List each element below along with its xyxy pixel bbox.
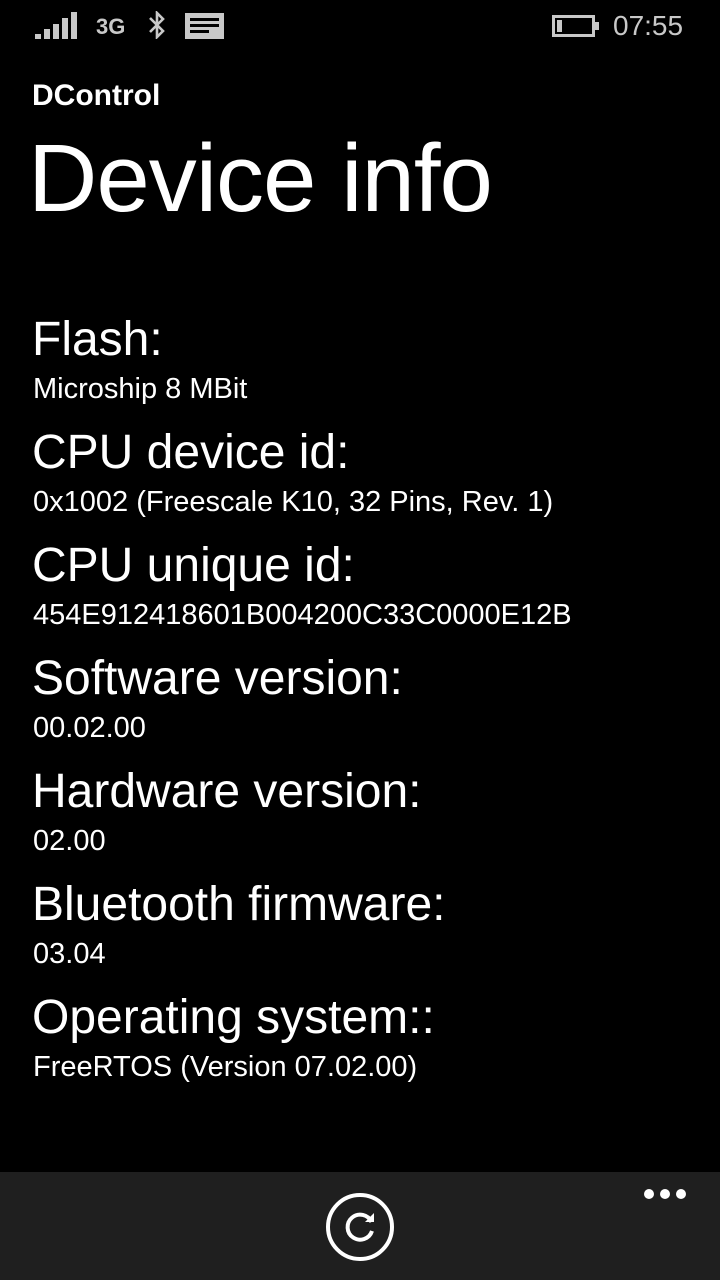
info-item-software-version: Software version: 00.02.00 (32, 651, 692, 764)
info-value: Microship 8 MBit (33, 373, 248, 405)
status-clock: 07:55 (613, 10, 684, 41)
app-name: DControl (32, 79, 161, 112)
info-value: 03.04 (33, 938, 106, 970)
info-value: 00.02.00 (33, 712, 146, 744)
status-bar: 3G 07:55 (0, 0, 720, 52)
device-info-list: Flash: Microship 8 MBit CPU device id: 0… (32, 312, 692, 1103)
more-icon (644, 1189, 686, 1199)
info-label: Operating system:: (32, 991, 435, 1044)
info-item-flash: Flash: Microship 8 MBit (32, 312, 692, 425)
info-label: Software version: (32, 652, 403, 705)
info-label: Flash: (32, 313, 163, 366)
info-label: CPU device id: (32, 426, 350, 479)
info-item-bluetooth-firmware: Bluetooth firmware: 03.04 (32, 877, 692, 990)
refresh-button[interactable] (325, 1192, 395, 1262)
info-item-operating-system: Operating system:: FreeRTOS (Version 07.… (32, 990, 692, 1103)
network-type-label: 3G (96, 14, 126, 39)
info-item-cpu-device-id: CPU device id: 0x1002 (Freescale K10, 32… (32, 425, 692, 538)
info-item-hardware-version: Hardware version: 02.00 (32, 764, 692, 877)
info-value: 454E912418601B004200C33C0000E12B (33, 599, 572, 631)
info-label: Bluetooth firmware: (32, 878, 446, 931)
more-button[interactable] (636, 1178, 696, 1214)
app-bar (0, 1172, 720, 1280)
battery-icon (552, 15, 599, 37)
info-item-cpu-unique-id: CPU unique id: 454E912418601B004200C33C0… (32, 538, 692, 651)
message-icon (185, 13, 224, 39)
info-label: CPU unique id: (32, 539, 355, 592)
info-value: 02.00 (33, 825, 106, 857)
refresh-icon (326, 1193, 394, 1261)
info-label: Hardware version: (32, 765, 422, 818)
signal-strength-icon (35, 12, 77, 39)
page-title: Device info (28, 125, 493, 232)
info-value: FreeRTOS (Version 07.02.00) (33, 1051, 418, 1083)
info-value: 0x1002 (Freescale K10, 32 Pins, Rev. 1) (33, 486, 554, 518)
bluetooth-icon (149, 11, 165, 39)
